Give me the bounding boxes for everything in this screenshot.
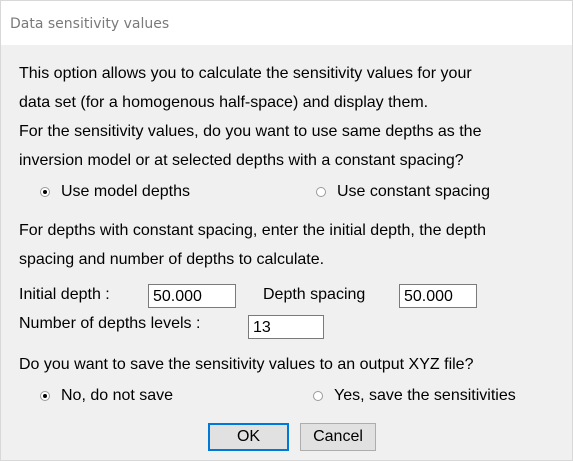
- intro-line-2: data set (for a homogenous half-space) a…: [19, 94, 429, 111]
- spacing-text-line-1: For depths with constant spacing, enter …: [19, 222, 486, 239]
- sensitivity-dialog: Data sensitivity values This option allo…: [0, 0, 573, 461]
- radio-label-no-save[interactable]: No, do not save: [61, 386, 173, 406]
- ok-button[interactable]: OK: [208, 423, 289, 451]
- radio-label-model-depths[interactable]: Use model depths: [61, 182, 190, 202]
- cancel-button[interactable]: Cancel: [300, 423, 376, 451]
- radio-indicator-constant-spacing[interactable]: [316, 187, 326, 197]
- radio-indicator-no-save[interactable]: [40, 391, 50, 401]
- title-bar[interactable]: Data sensitivity values: [1, 1, 572, 45]
- window-title: Data sensitivity values: [10, 16, 170, 32]
- radio-indicator-model-depths[interactable]: [40, 187, 50, 197]
- radio-label-constant-spacing[interactable]: Use constant spacing: [337, 182, 490, 202]
- num-levels-label: Number of depths levels :: [19, 315, 201, 332]
- spacing-text-line-2: spacing and number of depths to calculat…: [19, 251, 325, 268]
- num-levels-input[interactable]: [248, 315, 324, 339]
- intro-line-3: For the sensitivity values, do you want …: [19, 123, 482, 140]
- radio-indicator-yes-save[interactable]: [313, 391, 323, 401]
- radio-label-yes-save[interactable]: Yes, save the sensitivities: [334, 386, 516, 406]
- depth-spacing-label: Depth spacing: [263, 286, 366, 303]
- intro-line-4: inversion model or at selected depths wi…: [19, 152, 464, 169]
- initial-depth-label: Initial depth :: [19, 286, 110, 303]
- intro-line-1: This option allows you to calculate the …: [19, 65, 472, 82]
- initial-depth-input[interactable]: [148, 284, 236, 308]
- save-question: Do you want to save the sensitivity valu…: [19, 356, 474, 373]
- depth-spacing-input[interactable]: [399, 284, 477, 308]
